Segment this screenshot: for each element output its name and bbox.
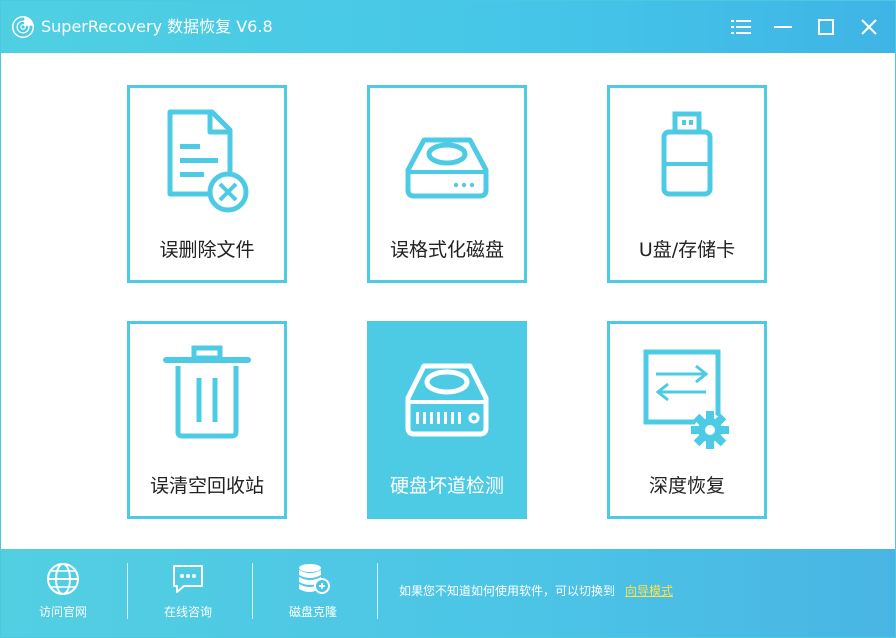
menu-button[interactable]	[725, 11, 757, 43]
online-consult-button[interactable]: 在线咨询	[133, 559, 243, 627]
maximize-icon	[817, 18, 835, 36]
footer-divider	[127, 563, 128, 619]
app-window: SuperRecovery 数据恢复 V6.8 误删除文件 误格式化磁盘 U盘/…	[0, 0, 896, 638]
tile-bad-sector-detection[interactable]: 硬盘坏道检测	[367, 321, 527, 519]
title-bar[interactable]: SuperRecovery 数据恢复 V6.8	[1, 1, 895, 53]
footer-divider	[377, 563, 378, 619]
deep-recovery-icon	[610, 344, 764, 474]
tile-label: 误删除文件	[159, 239, 255, 261]
recovery-logo-icon	[11, 15, 35, 39]
maximize-button[interactable]	[810, 11, 842, 43]
tile-deleted-files[interactable]: 误删除文件	[127, 85, 287, 283]
guide-mode-link[interactable]: 向导模式	[625, 584, 673, 598]
hard-disk-icon	[370, 108, 524, 238]
footer-item-label: 在线咨询	[163, 605, 212, 619]
guide-mode-hint: 如果您不知道如何使用软件，可以切换到 向导模式	[399, 584, 673, 598]
app-title: SuperRecovery 数据恢复 V6.8	[41, 17, 273, 36]
footer-divider	[252, 563, 253, 619]
database-clone-icon	[258, 561, 368, 597]
tile-label: 深度恢复	[648, 475, 725, 497]
footer-item-label: 磁盘克隆	[288, 605, 337, 619]
tile-formatted-disk[interactable]: 误格式化磁盘	[367, 85, 527, 283]
globe-icon	[8, 561, 118, 597]
tile-deep-recovery[interactable]: 深度恢复	[607, 321, 767, 519]
chat-bubble-icon	[133, 561, 243, 597]
tile-label: 误格式化磁盘	[389, 239, 504, 261]
footer-bar: 访问官网 在线咨询 磁盘克隆 如果您不知道如何使用软件，可以切换到 向导模式	[1, 549, 895, 637]
tile-label: 硬盘坏道检测	[389, 475, 504, 497]
footer-item-label: 访问官网	[38, 605, 87, 619]
deleted-file-icon	[130, 108, 284, 238]
hamburger-menu-icon	[731, 18, 751, 36]
minimize-icon	[773, 18, 793, 36]
tile-recycle-bin[interactable]: 误清空回收站	[127, 321, 287, 519]
close-button[interactable]	[853, 11, 885, 43]
visit-website-button[interactable]: 访问官网	[8, 559, 118, 627]
usb-drive-icon	[610, 108, 764, 238]
tile-usb-storage[interactable]: U盘/存储卡	[607, 85, 767, 283]
trash-bin-icon	[130, 344, 284, 474]
disk-clone-button[interactable]: 磁盘克隆	[258, 559, 368, 627]
minimize-button[interactable]	[767, 11, 799, 43]
disk-scan-icon	[370, 344, 524, 474]
hint-text: 如果您不知道如何使用软件，可以切换到	[399, 584, 616, 598]
tile-label: 误清空回收站	[149, 475, 264, 497]
tile-label: U盘/存储卡	[638, 239, 736, 261]
close-icon	[860, 18, 878, 36]
